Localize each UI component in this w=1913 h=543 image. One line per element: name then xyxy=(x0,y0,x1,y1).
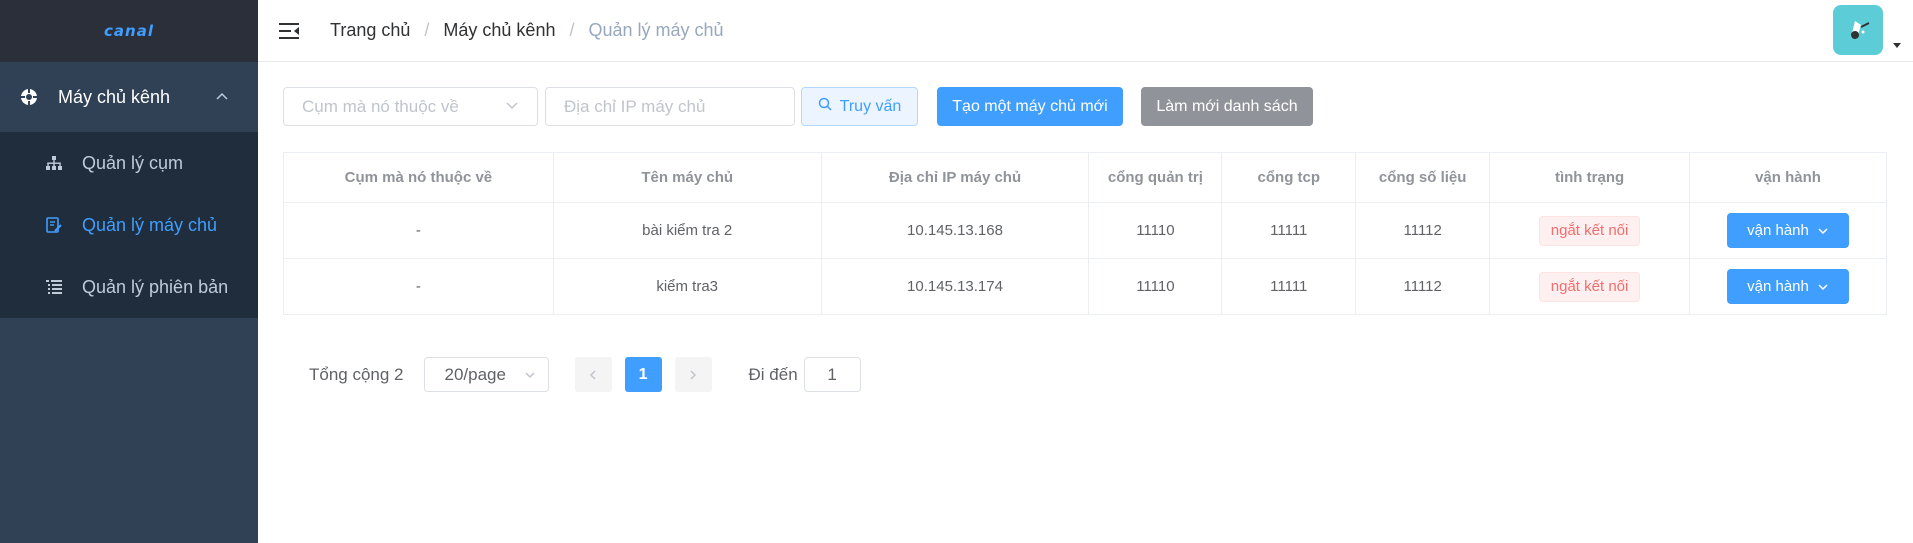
cell-tcp-port: 11111 xyxy=(1221,202,1357,259)
sidebar: canal Máy chủ kênh Quản lý cụm Quản lý m… xyxy=(0,0,258,543)
breadcrumb-current: Quản lý máy chủ xyxy=(588,20,724,40)
server-table: Cụm mà nó thuộc về Tên máy chủ Địa chỉ I… xyxy=(283,152,1887,315)
settings-circle-icon xyxy=(20,88,38,106)
logo[interactable]: canal xyxy=(0,0,258,62)
chevron-left-icon xyxy=(589,369,596,380)
sidebar-item-cluster[interactable]: Quản lý cụm xyxy=(0,132,258,194)
chevron-down-icon xyxy=(524,371,535,378)
page-size-value: 20/page xyxy=(444,364,506,384)
goto-page-input[interactable] xyxy=(803,357,861,392)
query-button[interactable]: Truy vấn xyxy=(801,87,918,126)
chevron-right-icon xyxy=(690,369,697,380)
hierarchy-icon xyxy=(46,155,62,171)
column-header-tcp-port: cổng tcp xyxy=(1221,152,1357,203)
sidebar-item-label: Quản lý cụm xyxy=(82,152,184,173)
sidebar-group-label: Máy chủ kênh xyxy=(58,86,171,107)
logo-text: canal xyxy=(104,22,154,40)
cell-status: ngắt kết nối xyxy=(1489,258,1690,315)
sidebar-group-channel-server[interactable]: Máy chủ kênh xyxy=(0,62,258,132)
cluster-select[interactable]: Cụm mà nó thuộc về xyxy=(283,87,538,126)
column-header-metrics-port: cổng số liệu xyxy=(1355,152,1491,203)
hamburger-icon[interactable] xyxy=(278,20,300,42)
sidebar-item-label: Quản lý phiên bản xyxy=(82,276,229,297)
cell-action: vận hành xyxy=(1689,202,1887,259)
filter-toolbar: Cụm mà nó thuộc về Truy vấn Tạo một máy … xyxy=(283,87,1313,126)
goto-label: Đi đến xyxy=(748,364,798,384)
sidebar-item-version[interactable]: Quản lý phiên bản xyxy=(0,256,258,318)
document-edit-icon xyxy=(46,217,62,233)
column-header-admin-port: cổng quản trị xyxy=(1088,152,1223,203)
server-ip-input[interactable] xyxy=(545,87,795,126)
cell-status: ngắt kết nối xyxy=(1489,202,1690,259)
pagination: Tổng cộng 2 20/page 1 Đi đến xyxy=(309,357,861,392)
cell-cluster: - xyxy=(283,202,554,259)
create-server-button[interactable]: Tạo một máy chủ mới xyxy=(937,87,1123,126)
sidebar-item-label: Quản lý máy chủ xyxy=(82,214,218,235)
search-icon xyxy=(818,97,840,116)
column-header-name: Tên máy chủ xyxy=(552,152,822,203)
cell-ip: 10.145.13.174 xyxy=(820,258,1090,315)
cell-admin-port: 11110 xyxy=(1088,258,1223,315)
column-header-cluster: Cụm mà nó thuộc về xyxy=(283,152,554,203)
status-badge: ngắt kết nối xyxy=(1538,215,1641,246)
next-page-button[interactable] xyxy=(674,357,712,392)
query-button-label: Truy vấn xyxy=(839,97,902,115)
page-number-current[interactable]: 1 xyxy=(624,357,662,392)
prev-page-button[interactable] xyxy=(574,357,612,392)
chevron-down-icon xyxy=(505,97,519,117)
breadcrumb-separator: / xyxy=(424,20,430,40)
column-header-ip: Địa chỉ IP máy chủ xyxy=(820,152,1090,203)
status-badge: ngắt kết nối xyxy=(1538,271,1641,302)
sidebar-item-server[interactable]: Quản lý máy chủ xyxy=(0,194,258,256)
cluster-select-placeholder: Cụm mà nó thuộc về xyxy=(302,96,459,116)
cell-cluster: - xyxy=(283,258,554,315)
header: Trang chủ / Máy chủ kênh / Quản lý máy c… xyxy=(258,0,1913,62)
cell-metrics-port: 11112 xyxy=(1355,258,1491,315)
column-header-action: vận hành xyxy=(1689,152,1887,203)
cell-admin-port: 11110 xyxy=(1088,202,1223,259)
table-header-row: Cụm mà nó thuộc về Tên máy chủ Địa chỉ I… xyxy=(283,152,1887,203)
cell-action: vận hành xyxy=(1689,258,1887,315)
table-row: - bài kiểm tra 2 10.145.13.168 11110 111… xyxy=(283,202,1887,259)
refresh-list-button[interactable]: Làm mới danh sách xyxy=(1141,87,1313,126)
cell-name: bài kiểm tra 2 xyxy=(552,202,822,259)
app-root: canal Máy chủ kênh Quản lý cụm Quản lý m… xyxy=(0,0,1913,543)
breadcrumb-home[interactable]: Trang chủ xyxy=(330,20,410,41)
operate-button-label: vận hành xyxy=(1747,278,1809,295)
chevron-up-icon xyxy=(214,89,230,105)
operate-dropdown-button[interactable]: vận hành xyxy=(1727,269,1849,304)
operate-dropdown-button[interactable]: vận hành xyxy=(1727,213,1849,248)
avatar[interactable] xyxy=(1833,5,1883,55)
chevron-down-icon xyxy=(1818,227,1828,234)
cell-ip: 10.145.13.168 xyxy=(820,202,1090,259)
page-size-select[interactable]: 20/page xyxy=(423,357,549,392)
pagination-total: Tổng cộng 2 xyxy=(309,364,404,384)
user-menu[interactable] xyxy=(1833,5,1901,55)
cell-tcp-port: 11111 xyxy=(1221,258,1357,315)
caret-down-icon[interactable] xyxy=(1893,42,1901,48)
list-icon xyxy=(46,279,62,295)
sidebar-submenu: Quản lý cụm Quản lý máy chủ Quản lý phiê… xyxy=(0,132,258,318)
breadcrumb: Trang chủ / Máy chủ kênh / Quản lý máy c… xyxy=(330,20,724,41)
cell-metrics-port: 11112 xyxy=(1355,202,1491,259)
column-header-status: tình trạng xyxy=(1489,152,1690,203)
breadcrumb-separator: / xyxy=(569,20,575,40)
table-row: - kiểm tra3 10.145.13.174 11110 11111 11… xyxy=(283,258,1887,315)
breadcrumb-channel-server[interactable]: Máy chủ kênh xyxy=(443,20,555,41)
operate-button-label: vận hành xyxy=(1747,222,1809,239)
cell-name: kiểm tra3 xyxy=(552,258,822,315)
chevron-down-icon xyxy=(1818,283,1828,290)
